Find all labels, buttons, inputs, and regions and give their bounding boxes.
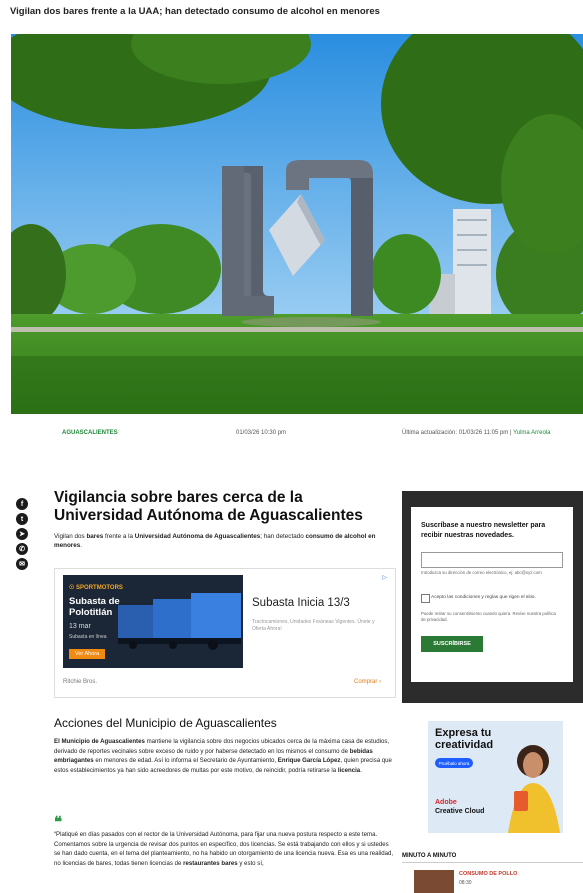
messenger-icon[interactable]: ✉	[16, 558, 28, 570]
article-quote: “Platiqué en días pasados con el rector …	[54, 831, 394, 868]
ad-image-cta[interactable]: Ver Ahora	[69, 649, 106, 659]
whatsapp-icon[interactable]: ✆	[16, 543, 28, 555]
sponsored-ad-card[interactable]: ☉ SPORTMOTORS Subasta de Polotitlán 13 m…	[54, 568, 396, 698]
minuto-heading: MINUTO A MINUTO	[402, 853, 457, 859]
terms-checkbox-label: Acepto las condiciones y reglas que rige…	[431, 595, 536, 600]
section-heading: Acciones del Municipio de Aguascalientes	[54, 716, 277, 730]
newsletter-legal: Puede retirar su consentimiento cuando q…	[421, 611, 556, 622]
facebook-icon[interactable]: f	[16, 498, 28, 510]
ad-image-title: Subasta de Polotitlán	[69, 596, 120, 618]
ad-image-date: 13 mar	[69, 623, 91, 630]
article-paragraph: El Municipio de Aguascalientes mantiene …	[54, 738, 392, 775]
ad-image-brand: ☉ SPORTMOTORS	[69, 585, 123, 591]
ad-title[interactable]: Subasta Inicia 13/3	[252, 597, 350, 609]
telegram-icon[interactable]: ➤	[16, 528, 28, 540]
minuto-thumbnail[interactable]	[414, 870, 454, 893]
minuto-divider	[402, 862, 583, 863]
section-link[interactable]: AGUASCALIENTES	[62, 430, 118, 436]
promo-product: Creative Cloud	[435, 808, 485, 815]
ad-image-subtitle: Subasta en línea	[69, 634, 107, 640]
updated-info: Última actualización: 01/03/26 11:05 pm …	[402, 430, 551, 436]
newsletter-email-input[interactable]	[421, 552, 563, 568]
ad-buy-link[interactable]: Comprar ›	[354, 679, 381, 685]
promo-cta-button[interactable]: Pruébalo ahora	[435, 758, 473, 768]
article-lead: Vigilan dos bares frente a la Universida…	[54, 533, 376, 549]
terms-checkbox[interactable]	[421, 594, 430, 603]
ad-choices-icon[interactable]: ▷	[382, 574, 387, 581]
hero-image	[11, 34, 583, 414]
top-headline: Vigilan dos bares frente a la UAA; han d…	[10, 6, 380, 17]
newsletter-box: Suscríbase a nuestro newsletter para rec…	[402, 491, 583, 703]
twitter-icon[interactable]: t	[16, 513, 28, 525]
minuto-item-label[interactable]: CONSUMO DE POLLO	[459, 871, 517, 877]
share-bar: f t ➤ ✆ ✉	[16, 498, 30, 573]
minuto-item-time: 08:30	[459, 880, 472, 886]
author-link[interactable]: Yulma Arreola	[513, 430, 550, 436]
publish-date: 01/03/26 10:30 pm	[236, 430, 287, 436]
adobe-promo-ad[interactable]: Expresa tu creatividad Pruébalo ahora Ad…	[428, 721, 563, 833]
newsletter-input-hint: Introduzca su dirección de correo electr…	[421, 570, 542, 575]
ad-advertiser: Ritchie Bros.	[63, 679, 98, 685]
promo-brand: Adobe	[435, 799, 457, 806]
newsletter-title: Suscríbase a nuestro newsletter para rec…	[421, 522, 546, 539]
newsletter-form: Suscríbase a nuestro newsletter para rec…	[411, 507, 573, 682]
ad-description: Tractocamiones, Unidades Foráneas Vigent…	[252, 619, 375, 632]
quote-icon: ❝	[54, 814, 63, 831]
ad-image[interactable]: ☉ SPORTMOTORS Subasta de Polotitlán 13 m…	[63, 575, 243, 668]
article-title: Vigilancia sobre bares cerca de la Unive…	[54, 489, 363, 524]
subscribe-button[interactable]: SUSCRÍBIRSE	[421, 636, 483, 652]
promo-headline: Expresa tu creatividad	[435, 727, 494, 751]
